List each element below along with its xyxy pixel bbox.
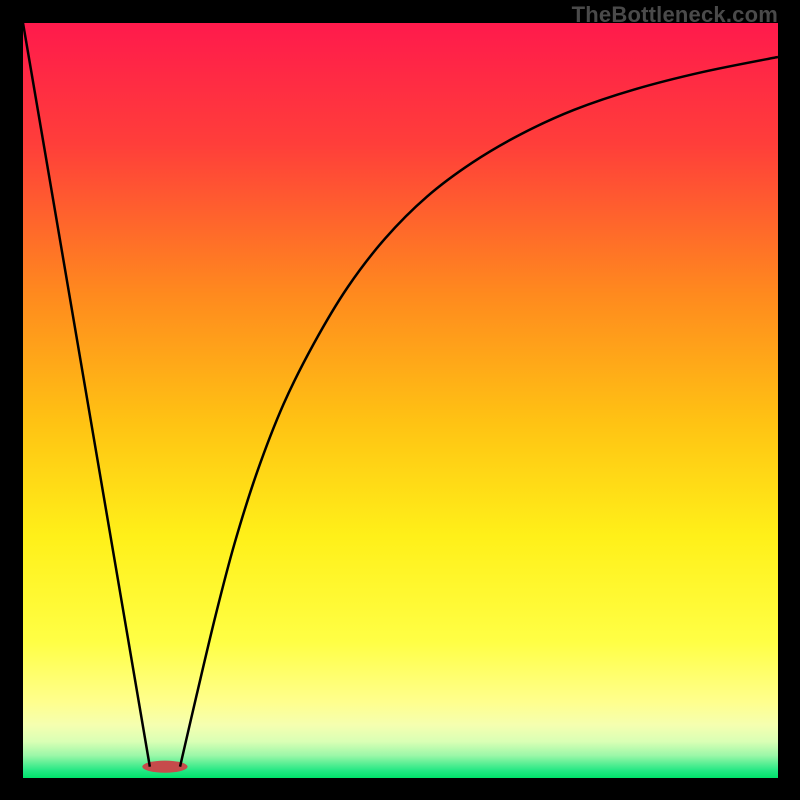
chart-plot-area — [23, 23, 778, 778]
chart-svg — [23, 23, 778, 778]
gradient-background — [23, 23, 778, 778]
chart-frame: TheBottleneck.com — [0, 0, 800, 800]
watermark-text: TheBottleneck.com — [572, 2, 778, 28]
